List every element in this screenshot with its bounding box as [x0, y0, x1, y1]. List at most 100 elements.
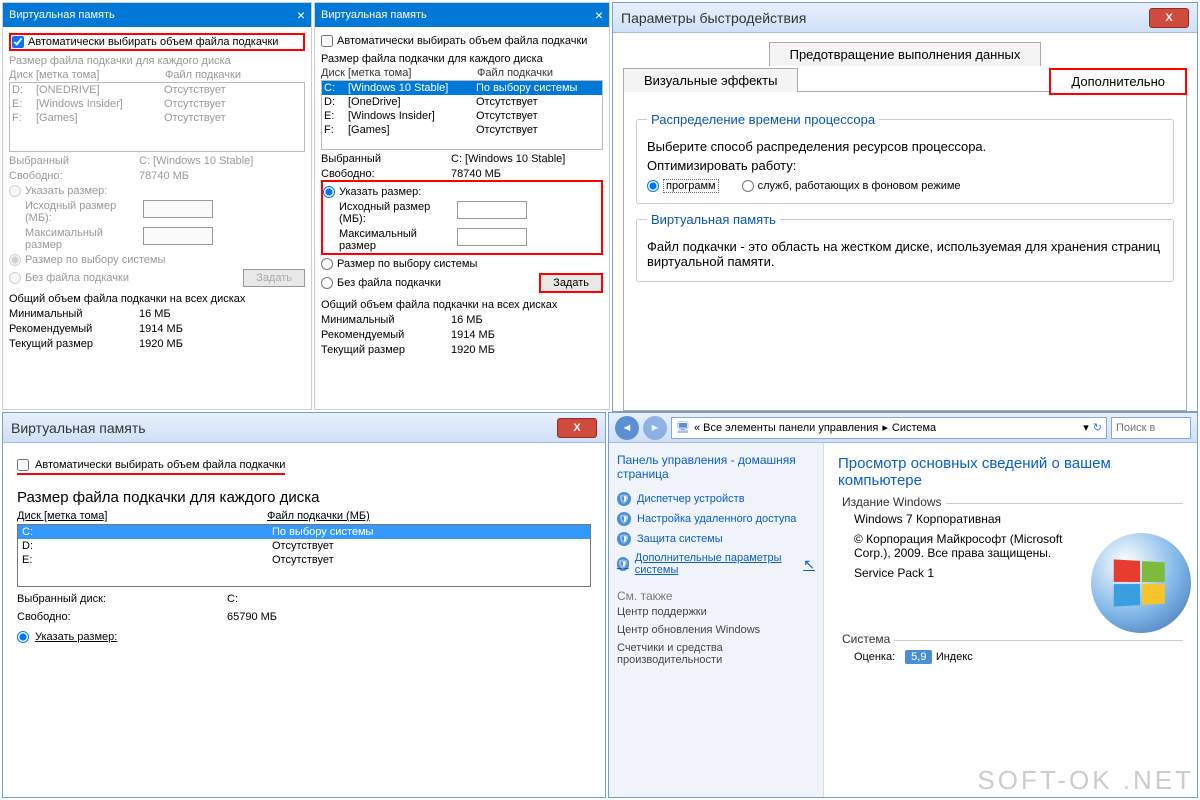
rating-badge: 5,9: [905, 650, 932, 664]
remote-settings-link[interactable]: 🛡Настройка удаленного доступа: [617, 509, 815, 529]
radio-programs[interactable]: программ: [647, 179, 719, 193]
auto-checkbox-label: Автоматически выбирать объем файла подка…: [35, 459, 285, 471]
group-title: Размер файла подкачки для каждого диска: [17, 489, 591, 506]
selected-value: C: [Windows 10 Stable]: [451, 153, 603, 165]
list-row: D:[OneDrive]Отсутствует: [322, 95, 602, 109]
max-input[interactable]: [457, 228, 527, 246]
vm-legend: Виртуальная память: [647, 212, 780, 227]
min-label: Минимальный: [9, 308, 139, 320]
radio-system[interactable]: Размер по выбору системы: [321, 258, 603, 270]
tab-advanced[interactable]: Дополнительно: [1049, 68, 1187, 95]
scheduling-group: Распределение времени процессора Выберит…: [636, 112, 1174, 204]
toolbar: ◄ ► 🖥 « Все элементы панели управления ▸…: [609, 413, 1197, 443]
col-disk: Диск [метка тома]: [9, 69, 165, 81]
min-label: Минимальный: [321, 314, 451, 326]
breadcrumb-current[interactable]: Система: [892, 422, 936, 434]
list-row: E:[Windows Insider]Отсутствует: [322, 109, 602, 123]
rating-sub: Индекс: [936, 651, 973, 663]
free-label: Свободно:: [321, 168, 451, 180]
edition-name: Windows 7 Корпоративная: [854, 512, 1183, 526]
radio-custom[interactable]: Указать размер:: [323, 186, 601, 198]
titlebar: Виртуальная память ×: [3, 3, 311, 27]
auto-manage-checkbox[interactable]: Автоматически выбирать объем файла подка…: [321, 33, 603, 49]
perf-tools-link[interactable]: Счетчики и средства производительности: [617, 639, 815, 669]
max-label: Максимальный размер: [323, 228, 453, 252]
main-pane: Просмотр основных сведений о вашем компь…: [824, 443, 1197, 797]
radio-custom[interactable]: Указать размер:: [17, 631, 591, 643]
list-row: D:[ONEDRIVE]Отсутствует: [10, 83, 304, 97]
list-header: Диск [метка тома] Файл подкачки: [9, 69, 305, 81]
vm-dialog-win7: Виртуальная память X Автоматически выбир…: [2, 412, 606, 798]
list-row: F:[Games]Отсутствует: [322, 123, 602, 137]
auto-checkbox-input[interactable]: [17, 459, 29, 471]
total-title: Общий объем файла подкачки на всех диска…: [9, 293, 305, 305]
advanced-settings-link[interactable]: 🛡Дополнительные параметры системы↖: [617, 549, 815, 579]
set-button[interactable]: Задать: [539, 273, 603, 293]
back-button[interactable]: ◄: [615, 416, 639, 440]
group-title: Размер файла подкачки для каждого диска: [9, 55, 305, 67]
radio-background[interactable]: служб, работающих в фоновом режиме: [742, 180, 961, 192]
title: Параметры быстродействия: [621, 10, 806, 26]
system-protection-link[interactable]: 🛡Защита системы: [617, 529, 815, 549]
address-bar[interactable]: 🖥 « Все элементы панели управления ▸ Сис…: [671, 417, 1107, 439]
close-icon[interactable]: ×: [297, 7, 305, 23]
title: Виртуальная память: [321, 9, 427, 21]
vm-group: Виртуальная память Файл подкачки - это о…: [636, 212, 1174, 282]
support-center-link[interactable]: Центр поддержки: [617, 603, 815, 621]
computer-icon: 🖥: [676, 421, 690, 434]
radio-none[interactable]: Без файла подкачки: [321, 277, 441, 289]
auto-checkbox-label: Автоматически выбирать объем файла подка…: [337, 35, 587, 47]
forward-button[interactable]: ►: [643, 416, 667, 440]
col-file: Файл подкачки (МБ): [267, 510, 591, 522]
see-also: См. также: [617, 589, 815, 603]
system-control-panel: ◄ ► 🖥 « Все элементы панели управления ▸…: [608, 412, 1198, 798]
auto-manage-checkbox[interactable]: Автоматически выбирать объем файла подка…: [9, 33, 305, 51]
side-panel: Панель управления - домашняя страница 🛡Д…: [609, 443, 824, 797]
tab-body: Распределение времени процессора Выберит…: [623, 91, 1187, 411]
vm-dialog-win10-a: Виртуальная память × Автоматически выбир…: [2, 2, 312, 410]
auto-checkbox-input[interactable]: [321, 35, 333, 47]
radio-none: Без файла подкачки: [9, 272, 129, 284]
auto-manage-checkbox[interactable]: Автоматически выбирать объем файла подка…: [17, 459, 285, 475]
close-button[interactable]: X: [557, 418, 597, 438]
col-file: Файл подкачки: [165, 69, 305, 81]
optimize-label: Оптимизировать работу:: [647, 158, 1163, 173]
titlebar: Виртуальная память X: [3, 413, 605, 443]
initial-input: [143, 200, 213, 218]
system-group: Система Оценка: 5,9 Индекс: [838, 640, 1183, 663]
refresh-icon[interactable]: ↻: [1093, 421, 1102, 434]
dropdown-icon[interactable]: ▾: [1083, 421, 1089, 434]
edition-legend: Издание Windows: [838, 495, 946, 509]
free-value: 78740 МБ: [139, 170, 305, 182]
tab-dep[interactable]: Предотвращение выполнения данных: [769, 42, 1042, 66]
shield-icon: 🛡: [617, 557, 629, 571]
breadcrumb[interactable]: « Все элементы панели управления: [694, 422, 878, 434]
auto-checkbox-input[interactable]: [12, 36, 24, 48]
cur-label: Текущий размер: [321, 344, 451, 356]
set-button: Задать: [243, 269, 305, 287]
selected-label: Выбранный: [9, 155, 139, 167]
selected-value: C: [Windows 10 Stable]: [139, 155, 305, 167]
radio-system: Размер по выбору системы: [9, 254, 305, 266]
initial-input[interactable]: [457, 201, 527, 219]
windows-update-link[interactable]: Центр обновления Windows: [617, 621, 815, 639]
drive-list[interactable]: C:По выбору системы D:Отсутствует E:Отсу…: [17, 524, 591, 587]
sched-text: Выберите способ распределения ресурсов п…: [647, 139, 1163, 154]
search-input[interactable]: [1111, 417, 1191, 439]
close-button[interactable]: X: [1149, 8, 1189, 28]
watermark: SOFT-OK .NET: [977, 765, 1194, 796]
selected-label: Выбранный диск:: [17, 593, 227, 605]
cp-home-link[interactable]: Панель управления - домашняя страница: [617, 453, 815, 481]
drive-list[interactable]: C:[Windows 10 Stable]По выбору системы D…: [321, 80, 603, 150]
list-row: C:По выбору системы: [18, 525, 590, 539]
selected-value: C:: [227, 593, 591, 605]
close-icon[interactable]: ×: [595, 7, 603, 23]
device-manager-link[interactable]: 🛡Диспетчер устройств: [617, 489, 815, 509]
list-row: D:Отсутствует: [18, 539, 590, 553]
drive-list[interactable]: D:[ONEDRIVE]Отсутствует E:[Windows Insid…: [9, 82, 305, 152]
list-header: Диск [метка тома] Файл подкачки (МБ): [17, 510, 591, 522]
rec-label: Рекомендуемый: [321, 329, 451, 341]
sched-legend: Распределение времени процессора: [647, 112, 879, 127]
tab-visual-effects[interactable]: Визуальные эффекты: [623, 68, 798, 92]
group-title: Размер файла подкачки для каждого диска: [321, 53, 603, 65]
